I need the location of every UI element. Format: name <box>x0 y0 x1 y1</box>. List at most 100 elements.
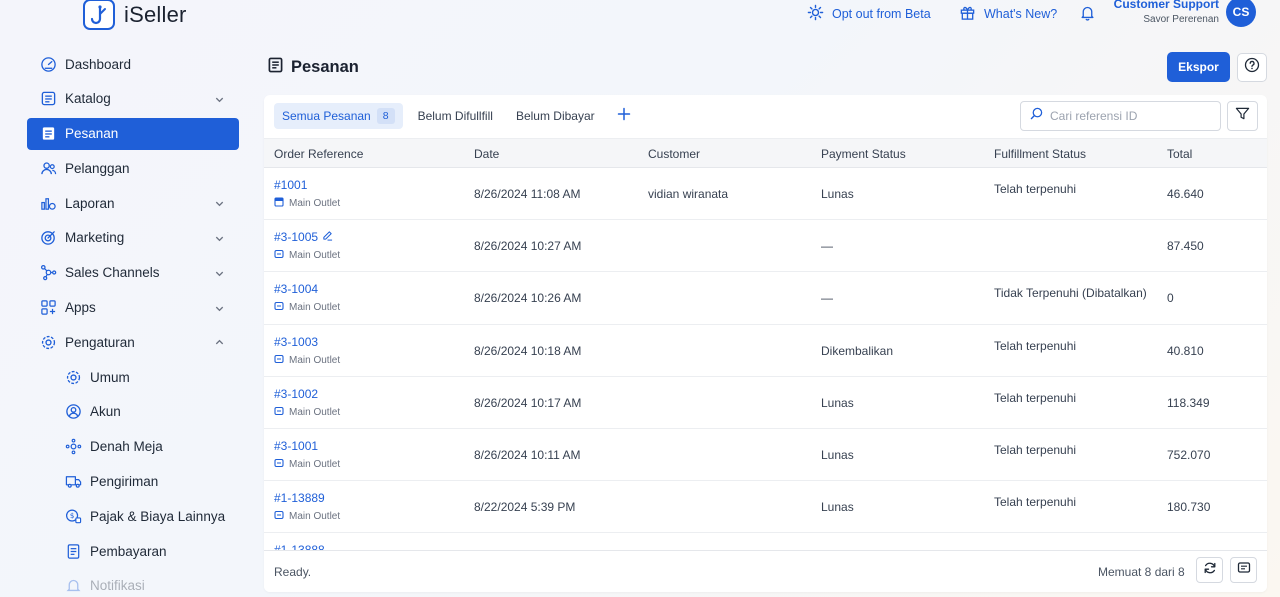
sidebar-item-label: Pesanan <box>65 126 119 142</box>
payment-status: — <box>821 291 833 306</box>
sidebar-item-label: Dashboard <box>65 56 132 72</box>
order-reference-link[interactable]: #3-1003 <box>274 335 318 349</box>
sidebar-item-apps[interactable]: Apps <box>27 292 239 324</box>
user-menu[interactable]: Customer Support Savor Pererenan <box>1110 0 1219 25</box>
order-total: 0 <box>1167 291 1174 306</box>
tab-belum-difullfill[interactable]: Belum Difullfill <box>410 103 501 129</box>
outlet-name: Main Outlet <box>289 511 341 523</box>
column-header-order-reference[interactable]: Order Reference <box>274 147 363 161</box>
table-row[interactable]: #1-13889 Main Outlet 8/22/2024 5:39 PM L… <box>264 481 1267 534</box>
add-tab-button[interactable] <box>613 105 635 127</box>
tab-semua-pesanan[interactable]: Semua Pesanan 8 <box>274 103 403 129</box>
order-date: 8/26/2024 11:08 AM <box>474 187 581 201</box>
sidebar-item-pengaturan[interactable]: Pengaturan <box>27 326 239 358</box>
order-reference[interactable]: #1001 <box>274 178 307 192</box>
orders-icon <box>40 125 57 142</box>
pos-icon <box>274 458 284 471</box>
sidebar-item-marketing[interactable]: Marketing <box>27 222 239 254</box>
outlet-label: Main Outlet <box>274 249 340 262</box>
sidebar-item-umum[interactable]: Umum <box>27 361 239 393</box>
chevron-down-icon <box>214 232 225 247</box>
pos-icon <box>274 249 284 262</box>
sidebar-item-label: Sales Channels <box>65 265 160 281</box>
help-button[interactable] <box>1237 53 1267 82</box>
message-button[interactable] <box>1230 557 1257 583</box>
order-reference[interactable]: #3-1002 <box>274 387 318 401</box>
table-row[interactable]: #1001 Main Outlet 8/26/2024 11:08 AM vid… <box>264 168 1267 221</box>
sidebar-item-dashboard[interactable]: Dashboard <box>27 48 239 80</box>
tab-label: Belum Dibayar <box>515 109 595 123</box>
pos-icon <box>274 406 284 419</box>
order-reference[interactable]: #1-13889 <box>274 491 325 505</box>
status-text: Ready. <box>274 565 312 579</box>
payment-status: Lunas <box>821 187 854 201</box>
order-reference-link[interactable]: #3-1005 <box>274 230 333 244</box>
filter-button[interactable] <box>1227 101 1258 131</box>
sidebar-item-label: Laporan <box>65 195 115 211</box>
order-reference-link[interactable]: #3-1004 <box>274 282 318 296</box>
sidebar-item-katalog[interactable]: Katalog <box>27 83 239 115</box>
chevron-down-icon <box>214 267 225 282</box>
table-row[interactable]: #3-1002 Main Outlet 8/26/2024 10:17 AM L… <box>264 377 1267 429</box>
app-logo[interactable]: iSeller <box>83 0 187 30</box>
search-icon <box>1030 107 1043 125</box>
sidebar-item-sales-channels[interactable]: Sales Channels <box>27 257 239 289</box>
sidebar-item-notifikasi[interactable]: Notifikasi <box>27 570 239 597</box>
fulfillment-status: Tidak Terpenuhi (Dibatalkan) <box>994 286 1147 301</box>
order-date: 8/26/2024 10:18 AM <box>474 343 582 358</box>
order-reference-link[interactable]: #3-1001 <box>274 439 318 453</box>
column-header-date[interactable]: Date <box>474 147 499 161</box>
sidebar-item-denah-meja[interactable]: Denah Meja <box>27 431 239 463</box>
sidebar-item-label: Pembayaran <box>90 543 167 559</box>
order-total: 46.640 <box>1167 187 1204 201</box>
column-header-customer[interactable]: Customer <box>648 147 700 161</box>
chevron-up-icon <box>214 336 225 351</box>
avatar[interactable]: CS <box>1226 0 1256 27</box>
order-reference[interactable]: #3-1001 <box>274 439 318 453</box>
outlet-label: Main Outlet <box>274 510 340 523</box>
tab-belum-dibayar[interactable]: Belum Dibayar <box>508 103 603 129</box>
table-row[interactable]: #3-1005 Main Outlet 8/26/2024 10:27 AM —… <box>264 220 1267 273</box>
order-reference[interactable]: #3-1004 <box>274 282 318 296</box>
search-input[interactable] <box>1050 109 1210 123</box>
sales-channels-icon <box>40 264 57 281</box>
fulfillment-status: Telah terpenuhi <box>994 390 1077 405</box>
order-reference[interactable]: #3-1003 <box>274 335 318 349</box>
bell-icon[interactable] <box>1079 4 1096 26</box>
order-date: 8/26/2024 10:26 AM <box>474 291 582 306</box>
tab-label: Semua Pesanan <box>282 109 371 123</box>
sidebar-item-laporan[interactable]: Laporan <box>27 187 239 219</box>
column-header-payment-status[interactable]: Payment Status <box>821 147 906 161</box>
order-reference-link[interactable]: #3-1002 <box>274 387 318 401</box>
outlet-label: Main Outlet <box>274 406 340 419</box>
order-reference-link[interactable]: #1001 <box>274 178 307 192</box>
order-reference-link[interactable]: #1-13889 <box>274 491 325 505</box>
order-total: 180.730 <box>1167 500 1211 515</box>
edit-icon[interactable] <box>322 230 333 244</box>
search-box[interactable] <box>1020 101 1221 131</box>
reports-icon <box>40 195 57 212</box>
table-row[interactable]: #3-1003 Main Outlet 8/26/2024 10:18 AM D… <box>264 325 1267 377</box>
table-row[interactable]: #3-1001 Main Outlet 8/26/2024 10:11 AM L… <box>264 429 1267 482</box>
opt-out-beta-link[interactable]: Opt out from Beta <box>807 4 931 24</box>
order-total: 87.450 <box>1167 239 1204 254</box>
sidebar-item-pengiriman[interactable]: Pengiriman <box>27 466 239 498</box>
dashboard-icon <box>40 56 57 73</box>
settings-icon <box>40 334 57 351</box>
sidebar-item-pesanan[interactable]: Pesanan <box>27 117 239 150</box>
sidebar-item-pajak[interactable]: $ Pajak & Biaya Lainnya <box>27 500 239 532</box>
export-button[interactable]: Ekspor <box>1167 52 1230 82</box>
column-header-fulfillment-status[interactable]: Fulfillment Status <box>994 147 1086 161</box>
filter-icon <box>1235 106 1250 126</box>
sidebar-item-pembayaran[interactable]: Pembayaran <box>27 535 239 567</box>
load-count-text: Memuat 8 dari 8 <box>1098 565 1185 579</box>
sidebar-item-pelanggan[interactable]: Pelanggan <box>27 152 239 184</box>
sidebar-item-akun[interactable]: Akun <box>27 396 239 428</box>
column-header-total[interactable]: Total <box>1167 147 1192 161</box>
shipping-icon <box>65 473 82 490</box>
order-reference[interactable]: #3-1005 <box>274 230 318 244</box>
pos-icon <box>274 510 284 523</box>
refresh-button[interactable] <box>1196 557 1223 583</box>
table-row[interactable]: #3-1004 Main Outlet 8/26/2024 10:26 AM —… <box>264 272 1267 325</box>
whats-new-link[interactable]: What's New? <box>959 4 1057 24</box>
